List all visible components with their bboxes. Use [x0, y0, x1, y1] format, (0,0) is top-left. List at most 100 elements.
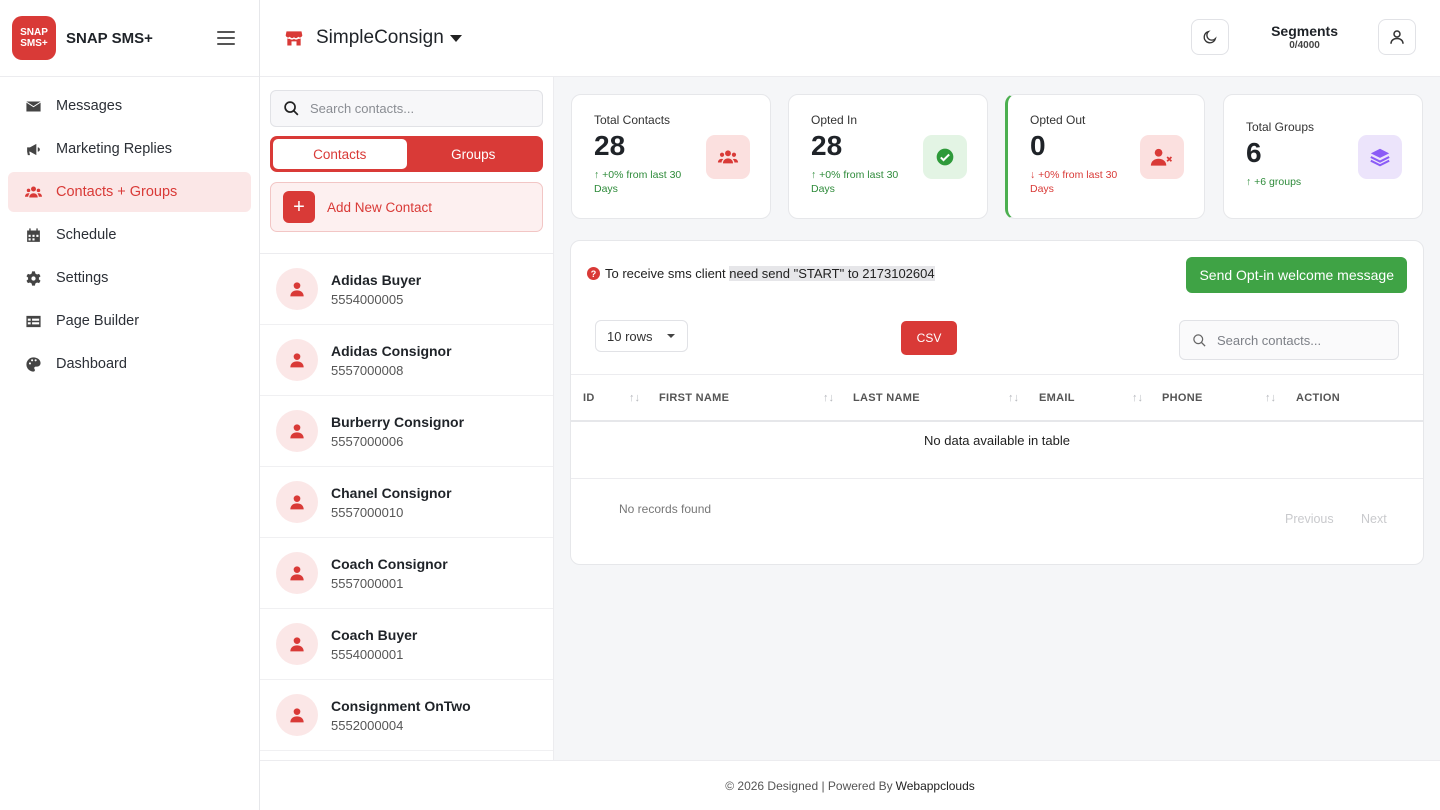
tab-contacts[interactable]: Contacts [273, 139, 407, 169]
contact-name: Coach Buyer [331, 626, 418, 643]
avatar [276, 410, 318, 452]
check-circle-icon [923, 135, 967, 179]
table-header: ID ↑↓ FIRST NAME ↑↓ LAST NAME ↑↓ EMAIL ↑… [571, 374, 1423, 422]
column-id[interactable]: ID [583, 375, 595, 421]
column-phone[interactable]: PHONE [1162, 375, 1203, 421]
stat-card-total-contacts: Total Contacts 28 ↑ +0% from last 30 Day… [571, 94, 771, 219]
notice-highlight: need send "START" to 2173102604 [729, 266, 935, 281]
search-icon [284, 101, 299, 116]
chevron-down-icon [667, 334, 675, 338]
column-action: ACTION [1296, 392, 1340, 404]
avatar [276, 694, 318, 736]
sidebar: SNAP SMS+ SNAP SMS+ Messages Marketing R… [0, 0, 260, 810]
sort-icon[interactable]: ↑↓ [629, 392, 640, 404]
moon-icon [1203, 30, 1217, 44]
table-search [1179, 320, 1399, 360]
megaphone-icon [24, 140, 42, 158]
contact-name: Burberry Consignor [331, 413, 465, 430]
list-item[interactable]: Adidas Consignor 5557000008 [260, 325, 553, 396]
menu-toggle-icon[interactable] [217, 30, 237, 46]
stat-delta: ↑ +6 groups [1246, 176, 1302, 188]
contact-phone: 5557000008 [331, 362, 404, 378]
brand-header: SNAP SMS+ SNAP SMS+ [0, 0, 259, 77]
contact-name: Chanel Consignor [331, 484, 452, 501]
user-icon [1390, 30, 1404, 44]
header-actions: Segments 0/4000 [1191, 19, 1416, 55]
send-opt-in-button[interactable]: Send Opt-in welcome message [1186, 257, 1407, 293]
table-empty-row: No data available in table [571, 422, 1423, 479]
sidebar-item-label: Contacts + Groups [56, 184, 178, 200]
sort-icon[interactable]: ↑↓ [1132, 392, 1143, 404]
sidebar-item-settings[interactable]: Settings [8, 258, 251, 298]
sidebar-item-contacts-groups[interactable]: Contacts + Groups [8, 172, 251, 212]
store-selector[interactable]: SimpleConsign [284, 27, 462, 49]
column-first-name[interactable]: FIRST NAME [659, 375, 729, 421]
user-icon [290, 282, 304, 297]
plus-icon: + [283, 191, 315, 223]
contact-phone: 5552000004 [331, 717, 404, 733]
contact-phone: 5557000001 [331, 575, 404, 591]
segments-counter: Segments 0/4000 [1271, 23, 1338, 51]
contacts-panel: Contacts Groups + Add New Contact Adidas… [260, 77, 554, 760]
sidebar-item-page-builder[interactable]: Page Builder [8, 301, 251, 341]
contacts-table-card: ? To receive sms client need send "START… [570, 240, 1424, 565]
avatar [276, 481, 318, 523]
stat-card-total-groups: Total Groups 6 ↑ +6 groups [1223, 94, 1423, 219]
footer: © 2026 Designed | Powered By Webappcloud… [260, 760, 1440, 810]
tab-groups[interactable]: Groups [407, 139, 541, 169]
stat-label: Total Groups [1246, 120, 1315, 134]
sidebar-item-schedule[interactable]: Schedule [8, 215, 251, 255]
pagination-previous[interactable]: Previous [1285, 512, 1334, 526]
user-icon [290, 566, 304, 581]
column-email[interactable]: EMAIL [1039, 375, 1075, 421]
avatar [276, 268, 318, 310]
pagination-next[interactable]: Next [1361, 512, 1387, 526]
search-icon [1193, 333, 1206, 347]
contact-search-input[interactable] [310, 101, 530, 116]
avatar [276, 623, 318, 665]
contact-phone: 5554000005 [331, 291, 404, 307]
list-item[interactable]: Adidas Buyer 5554000005 [260, 254, 553, 325]
app-logo[interactable]: SNAP SMS+ [12, 16, 56, 60]
avatar [276, 339, 318, 381]
sidebar-item-label: Settings [56, 270, 109, 286]
dark-mode-toggle[interactable] [1191, 19, 1230, 55]
logo-text-bottom: SMS+ [20, 38, 48, 49]
stat-label: Opted Out [1030, 113, 1086, 127]
add-new-contact-button[interactable]: + Add New Contact [270, 182, 543, 232]
users-icon [24, 183, 42, 201]
list-item[interactable]: Consignment OnTwo 5552000004 [260, 680, 553, 751]
csv-export-button[interactable]: CSV [901, 321, 957, 355]
segments-title: Segments [1271, 23, 1338, 39]
chevron-down-icon [449, 34, 462, 42]
question-icon: ? [587, 267, 600, 280]
app-name: SNAP SMS+ [66, 29, 153, 47]
sidebar-item-label: Dashboard [56, 356, 127, 372]
envelope-icon [24, 97, 42, 115]
sort-icon[interactable]: ↑↓ [823, 392, 834, 404]
sort-icon[interactable]: ↑↓ [1265, 392, 1276, 404]
logo-text-top: SNAP [20, 27, 48, 38]
rows-per-page-select[interactable]: 10 rows [595, 320, 688, 352]
sort-icon[interactable]: ↑↓ [1008, 392, 1019, 404]
stat-delta: ↑ +0% from last 30 Days [811, 169, 899, 195]
stat-label: Total Contacts [594, 113, 671, 127]
sidebar-nav: Messages Marketing Replies Contacts + Gr… [0, 77, 259, 384]
list-item[interactable]: Coach Buyer 5554000001 [260, 609, 553, 680]
contact-name: Adidas Buyer [331, 271, 422, 288]
contact-name: Consignment OnTwo [331, 697, 471, 714]
list-item[interactable]: Chanel Consignor 5557000010 [260, 467, 553, 538]
sidebar-item-messages[interactable]: Messages [8, 86, 251, 126]
sidebar-item-marketing-replies[interactable]: Marketing Replies [8, 129, 251, 169]
store-name: SimpleConsign [316, 27, 444, 48]
contact-phone: 5554000001 [331, 646, 404, 662]
layers-icon [1358, 135, 1402, 179]
footer-brand-link[interactable]: Webappclouds [896, 779, 975, 793]
column-last-name[interactable]: LAST NAME [853, 375, 920, 421]
store-icon [285, 31, 303, 46]
table-search-input[interactable] [1217, 332, 1387, 348]
sidebar-item-dashboard[interactable]: Dashboard [8, 344, 251, 384]
list-item[interactable]: Burberry Consignor 5557000006 [260, 396, 553, 467]
profile-button[interactable] [1378, 19, 1416, 55]
list-item[interactable]: Coach Consignor 5557000001 [260, 538, 553, 609]
